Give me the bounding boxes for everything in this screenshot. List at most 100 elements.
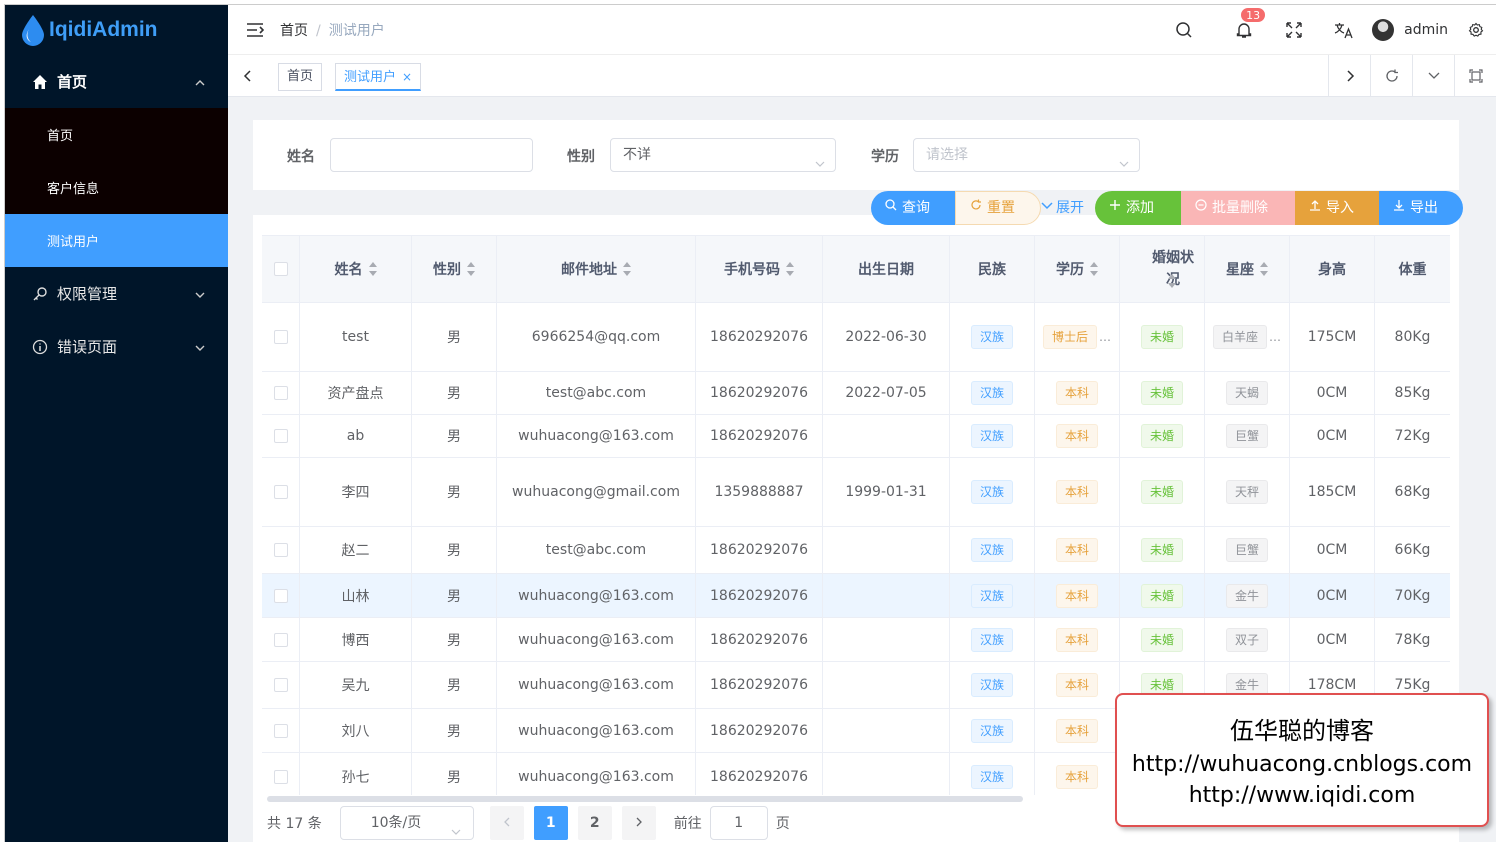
select-all-cell bbox=[262, 236, 300, 302]
goto-page-input[interactable]: 1 bbox=[709, 806, 768, 840]
sidebar-subitem-home[interactable]: 首页 bbox=[5, 108, 228, 161]
sidebar-item-home[interactable]: 首页 bbox=[5, 55, 228, 108]
status-badge: 汉族 bbox=[970, 627, 1013, 652]
header-weight: 体重 bbox=[1375, 236, 1450, 302]
expand-button-label: 展开 bbox=[1056, 200, 1084, 216]
chevron-down-icon[interactable] bbox=[1412, 55, 1454, 97]
cell-gender-text: 男 bbox=[447, 386, 461, 402]
goto-label: 前往 bbox=[673, 816, 702, 832]
status-badge: 未婚 bbox=[1140, 583, 1183, 608]
header-phone[interactable]: 手机号码 bbox=[696, 236, 823, 302]
username[interactable]: admin bbox=[1404, 22, 1448, 38]
table-row[interactable]: 资产盘点 男 test@abc.com 18620292076 2022-07-05 汉族… bbox=[262, 372, 1450, 415]
tab-home[interactable]: 首页 bbox=[278, 63, 323, 91]
sidebar-subitem-customers[interactable]: 客户信息 bbox=[5, 161, 228, 214]
table-row[interactable]: ab 男 wuhuacong@163.com 18620292076 汉族 本科 未婚 巨蟹 0… bbox=[262, 415, 1450, 458]
sort-icon[interactable] bbox=[1260, 262, 1268, 276]
page-2-button[interactable]: 2 bbox=[577, 806, 612, 840]
sidebar-item-permissions[interactable]: 权限管理 bbox=[5, 267, 228, 320]
table-row[interactable]: test 男 6966254@qq.com 18620292076 2022-06-30… bbox=[262, 303, 1450, 372]
cell-phone: 18620292076 bbox=[696, 618, 823, 661]
row-checkbox[interactable] bbox=[273, 632, 288, 647]
header-birth: 出生日期 bbox=[823, 236, 950, 302]
sort-icon[interactable] bbox=[786, 262, 794, 276]
sidebar-subitem-test-users[interactable]: 测试用户 bbox=[5, 214, 228, 267]
sort-icon[interactable] bbox=[467, 262, 475, 276]
hamburger-icon[interactable] bbox=[246, 22, 265, 38]
row-checkbox[interactable] bbox=[273, 678, 288, 692]
refresh-icon[interactable] bbox=[1370, 55, 1412, 97]
header-marital[interactable]: 婚姻状况 bbox=[1120, 236, 1205, 302]
cell-phone: 18620292076 bbox=[696, 709, 823, 752]
sort-icon[interactable] bbox=[1090, 262, 1098, 276]
fullscreen-icon[interactable] bbox=[1284, 20, 1304, 40]
cell-height-text: 178CM bbox=[1307, 677, 1357, 693]
chevron-right-icon bbox=[636, 817, 642, 827]
row-checkbox[interactable] bbox=[273, 769, 288, 784]
row-checkbox[interactable] bbox=[273, 330, 288, 344]
sidebar-item-label: 测试用户 bbox=[47, 235, 100, 250]
close-icon[interactable]: × bbox=[402, 70, 412, 84]
cell-name: 吴九 bbox=[300, 662, 412, 708]
plus-icon bbox=[1109, 191, 1121, 225]
table-header-row: 姓名 性别 邮件地址 手机号码 出生日期 民族 学历 婚姻状况 星座 身高 体重 bbox=[262, 236, 1450, 303]
gender-select[interactable]: 不详 bbox=[610, 138, 836, 172]
header-star[interactable]: 星座 bbox=[1205, 236, 1290, 302]
education-label: 学历 bbox=[871, 149, 899, 165]
cell-email: wuhuacong@163.com bbox=[497, 415, 696, 457]
query-button[interactable]: 查询 bbox=[871, 191, 955, 225]
gender-selected: 不详 bbox=[623, 147, 651, 163]
header-name[interactable]: 姓名 bbox=[300, 236, 412, 302]
sidebar-item-errors[interactable]: 错误页面 bbox=[5, 320, 228, 373]
translate-icon[interactable] bbox=[1334, 20, 1354, 40]
cell-email-text: test@abc.com bbox=[545, 542, 647, 558]
row-checkbox[interactable] bbox=[273, 543, 288, 557]
row-select-cell bbox=[262, 303, 300, 371]
sort-icon[interactable] bbox=[368, 262, 377, 276]
table-row[interactable]: 博西 男 wuhuacong@163.com 18620292076 汉族 本科 未婚 双子 0… bbox=[262, 618, 1450, 662]
horizontal-scrollbar[interactable] bbox=[267, 796, 1023, 802]
import-button[interactable]: 导入 bbox=[1295, 191, 1379, 225]
search-icon[interactable] bbox=[1174, 20, 1194, 40]
cell-star: 天秤 bbox=[1205, 458, 1290, 526]
page-size-select[interactable]: 10条/页 bbox=[339, 806, 474, 840]
sort-icon[interactable] bbox=[1168, 274, 1176, 288]
name-input[interactable] bbox=[330, 138, 533, 172]
cell-education: 本科 bbox=[1035, 662, 1120, 708]
row-checkbox[interactable] bbox=[273, 588, 288, 603]
cell-phone: 18620292076 bbox=[696, 415, 823, 457]
add-button[interactable]: 添加 bbox=[1095, 191, 1181, 225]
select-all-checkbox[interactable] bbox=[273, 262, 288, 276]
expand-button[interactable]: 展开 bbox=[1041, 191, 1095, 225]
cell-height: 0CM bbox=[1290, 618, 1375, 661]
page-1-button[interactable]: 1 bbox=[533, 806, 568, 840]
header-education[interactable]: 学历 bbox=[1035, 236, 1120, 302]
header-label: 邮件地址 bbox=[561, 262, 617, 278]
row-checkbox[interactable] bbox=[273, 429, 288, 443]
table-row[interactable]: 赵二 男 test@abc.com 18620292076 汉族 本科 未婚 巨蟹 0CM 66K… bbox=[262, 527, 1450, 574]
row-checkbox[interactable] bbox=[273, 485, 288, 499]
reset-button[interactable]: 重置 bbox=[955, 191, 1041, 225]
sort-icon[interactable] bbox=[623, 262, 631, 276]
prev-page-button[interactable] bbox=[489, 806, 524, 840]
maximize-icon[interactable] bbox=[1454, 55, 1496, 97]
table-row[interactable]: 李四 男 wuhuacong@gmail.com 1359888887 1999-01-… bbox=[262, 458, 1450, 527]
breadcrumb-home[interactable]: 首页 bbox=[280, 23, 308, 39]
next-page-button[interactable] bbox=[621, 806, 656, 840]
logo[interactable]: IqidiAdmin bbox=[5, 5, 228, 55]
header-email[interactable]: 邮件地址 bbox=[497, 236, 696, 302]
education-select[interactable]: 请选择 bbox=[913, 138, 1140, 172]
tags-scroll-right-icon[interactable] bbox=[1328, 55, 1370, 97]
export-button[interactable]: 导出 bbox=[1379, 191, 1463, 225]
batch-delete-button[interactable]: 批量删除 bbox=[1181, 191, 1295, 225]
tab-test-users[interactable]: 测试用户 × bbox=[335, 63, 422, 91]
gear-icon[interactable] bbox=[1466, 20, 1486, 40]
header-gender[interactable]: 性别 bbox=[412, 236, 497, 302]
table-row[interactable]: 山林 男 wuhuacong@163.com 18620292076 汉族 本科 未婚 金牛 0… bbox=[262, 574, 1450, 618]
cell-birth bbox=[823, 709, 950, 752]
bell-icon[interactable]: 13 bbox=[1234, 7, 1267, 40]
avatar[interactable] bbox=[1372, 19, 1395, 41]
tags-scroll-left-icon[interactable] bbox=[228, 55, 268, 97]
row-checkbox[interactable] bbox=[273, 723, 288, 738]
row-checkbox[interactable] bbox=[273, 386, 288, 400]
